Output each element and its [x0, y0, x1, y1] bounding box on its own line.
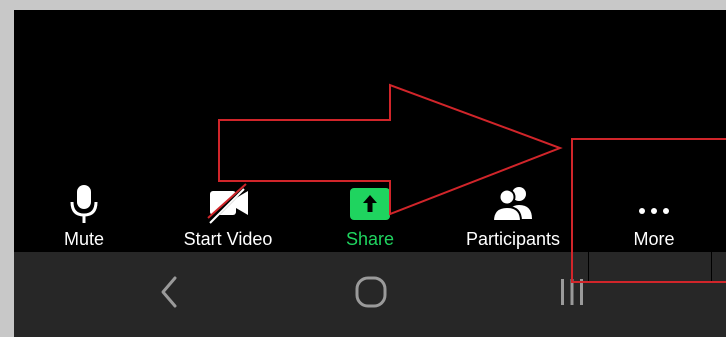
more-label: More: [633, 229, 675, 249]
home-circle-icon: [354, 275, 388, 314]
mute-button[interactable]: Mute: [54, 175, 114, 252]
participants-icon: [458, 183, 568, 225]
share-label: Share: [345, 229, 395, 249]
zoom-meeting-screen: Mute Start Video Share Participants More: [14, 10, 726, 337]
ellipsis-icon: [624, 183, 684, 225]
home-button[interactable]: [331, 252, 411, 337]
start-video-button[interactable]: Start Video: [174, 175, 282, 252]
meeting-toolbar: Mute Start Video Share Participants More: [14, 175, 726, 252]
back-chevron-icon: [158, 275, 182, 314]
recents-bars-icon: [555, 275, 589, 314]
participants-label: Participants: [465, 229, 561, 249]
back-button[interactable]: [130, 252, 210, 337]
mute-label: Mute: [63, 229, 105, 249]
start-video-label: Start Video: [183, 229, 273, 249]
share-up-arrow-icon: [334, 183, 406, 225]
video-off-icon: [174, 183, 282, 225]
microphone-icon: [54, 183, 114, 225]
more-menu-handle: [588, 252, 712, 282]
more-button[interactable]: More: [624, 175, 684, 252]
participants-button[interactable]: Participants: [458, 175, 568, 252]
share-button[interactable]: Share: [334, 175, 406, 252]
